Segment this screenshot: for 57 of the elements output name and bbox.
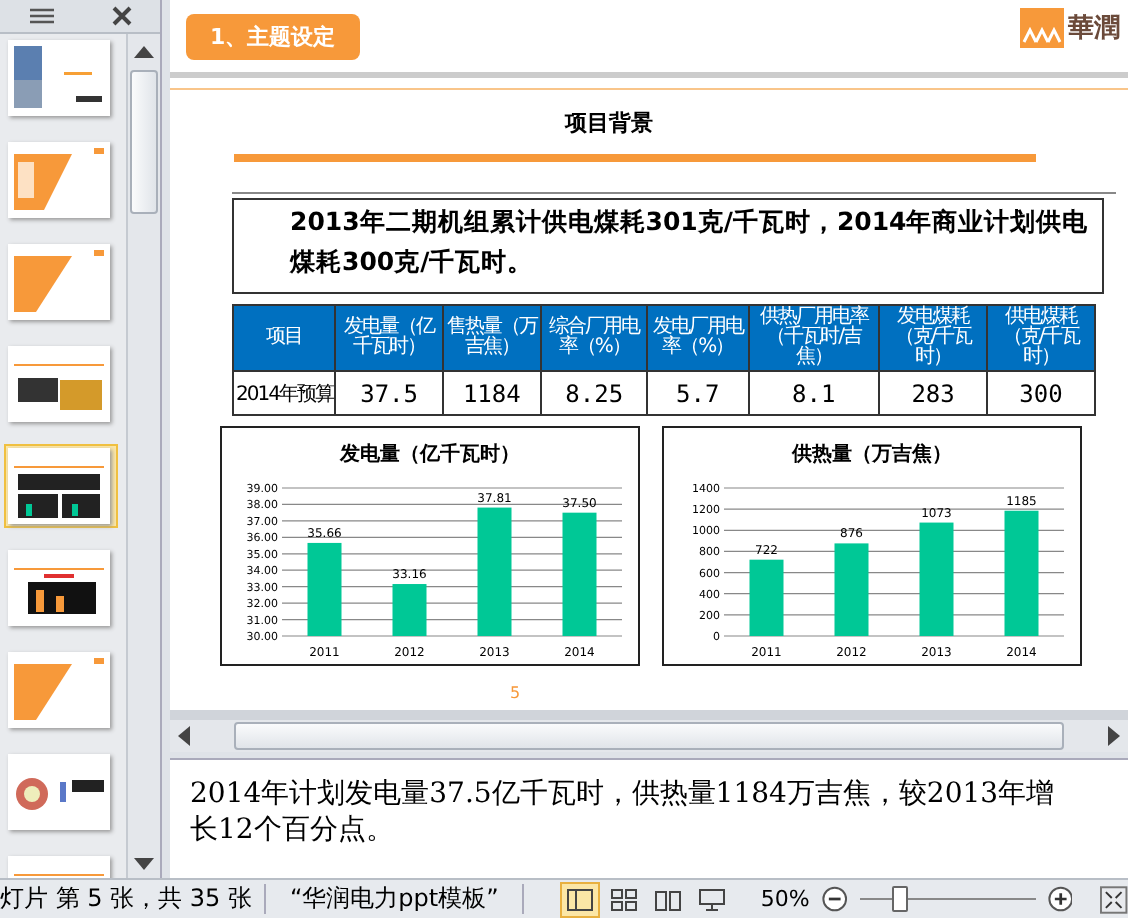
table-cell: 300 xyxy=(987,371,1095,415)
table-cell: 283 xyxy=(879,371,988,415)
zoom-in-icon[interactable] xyxy=(1047,886,1073,912)
zoom-slider-thumb[interactable] xyxy=(891,886,908,912)
bar xyxy=(477,507,512,636)
table-header: 供热厂用电率（千瓦时/吉焦） xyxy=(748,305,880,371)
theme-name: “华润电力ppt模板” xyxy=(287,882,501,916)
scroll-down-icon[interactable] xyxy=(134,858,154,870)
table-cell: 1184 xyxy=(442,371,542,415)
slide-title: 项目背景 xyxy=(562,108,655,138)
table-cell: 8.25 xyxy=(541,371,648,415)
scroll-left-icon[interactable] xyxy=(178,726,190,746)
slide-preview-drawing xyxy=(8,40,110,116)
zoom-level[interactable]: 50% xyxy=(760,886,810,912)
table-cell: 37.5 xyxy=(335,371,443,415)
bar xyxy=(834,543,869,636)
bar xyxy=(562,512,597,636)
slide-preview-drawing xyxy=(8,652,110,728)
slide-preview-drawing xyxy=(8,754,110,830)
table-cell: 8.1 xyxy=(748,371,880,415)
bar xyxy=(919,522,954,636)
normal-view-button[interactable] xyxy=(560,881,601,917)
slide-preview-drawing xyxy=(8,244,110,320)
scroll-right-icon[interactable] xyxy=(1108,726,1120,746)
table-cell: 5.7 xyxy=(647,371,749,415)
slide-info: 灯片 第 5 张，共 35 张 xyxy=(0,882,252,916)
scrollbar-thumb[interactable] xyxy=(234,722,1064,750)
slide-preview-drawing xyxy=(8,448,110,524)
table-header: 发电厂用电率（%） xyxy=(647,305,749,371)
table-header: 供电煤耗（克/千瓦时） xyxy=(987,305,1095,371)
page-number: 5 xyxy=(510,684,521,702)
notes-text[interactable]: 2014年计划发电量37.5亿千瓦时，供热量1184万吉焦，较2013年增长12个百分点。 xyxy=(170,758,1128,878)
zoom-out-icon[interactable] xyxy=(821,886,847,912)
table-header: 发电量（亿千瓦时） xyxy=(335,305,443,371)
table-header: 项目 xyxy=(233,305,336,371)
bar xyxy=(749,559,784,636)
table-cell: 2014年预算 xyxy=(233,371,336,415)
slide-preview-drawing xyxy=(8,550,110,626)
summary-text: 2013年二期机组累计供电煤耗301克/千瓦时，2014年商业计划供电煤耗300克/千瓦时。 xyxy=(232,198,1104,294)
chart-title: 发电量（亿千瓦时） xyxy=(340,444,520,466)
scrollbar-thumb[interactable] xyxy=(130,70,158,214)
slide-preview-drawing xyxy=(8,142,110,218)
close-icon[interactable] xyxy=(112,6,132,26)
table-header: 售热量（万吉焦） xyxy=(442,305,542,371)
logo-text: 華潤 xyxy=(1068,12,1120,46)
bar xyxy=(1004,510,1039,636)
bar xyxy=(392,584,427,636)
table-header: 综合厂用电率（%） xyxy=(541,305,648,371)
table-header: 发电煤耗（克/千瓦时） xyxy=(879,305,988,371)
chart-title: 供热量（万吉焦） xyxy=(792,444,952,466)
slide-preview-drawing xyxy=(8,346,110,422)
slides-tab-icon[interactable] xyxy=(28,6,56,26)
scroll-up-icon[interactable] xyxy=(134,46,154,58)
logo-icon xyxy=(1020,8,1064,48)
slide-thumbnail[interactable] xyxy=(4,444,118,528)
bar xyxy=(307,542,342,636)
fit-window-icon[interactable] xyxy=(1100,885,1128,913)
